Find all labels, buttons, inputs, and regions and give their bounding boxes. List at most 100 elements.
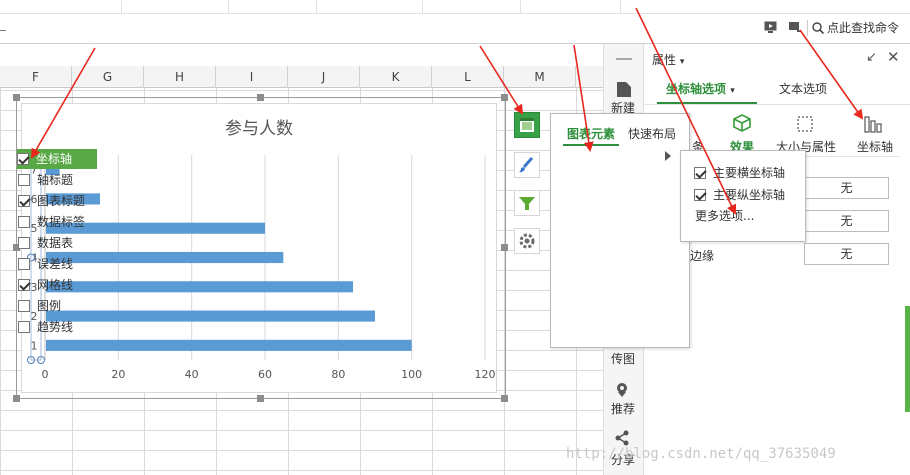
submenu-label: 主要横坐标轴	[713, 166, 786, 180]
new-file-icon	[616, 81, 632, 98]
checkbox-data-labels[interactable]	[18, 216, 30, 228]
property-value-box[interactable]: 无	[804, 210, 889, 232]
tab-quick-layout[interactable]: 快速布局	[628, 125, 676, 142]
chart-elements-popup: 图表元素 快速布局	[550, 113, 690, 348]
column-header[interactable]: K	[360, 66, 432, 88]
option-gridlines[interactable]: 网格线	[18, 275, 132, 295]
resize-handle[interactable]	[257, 94, 264, 101]
menu-handle-icon	[616, 58, 632, 60]
chevron-down-icon: ▾	[679, 57, 685, 67]
submenu-label: 主要纵坐标轴	[713, 188, 786, 202]
column-header-row: F G H I J K L M	[0, 66, 605, 88]
flag-icon[interactable]	[788, 21, 802, 34]
bar	[46, 339, 412, 351]
toolbar-divider	[316, 0, 317, 14]
checkbox-data-table[interactable]	[18, 237, 30, 249]
option-legend[interactable]: 图例	[18, 296, 132, 316]
option-label: 误差线	[37, 257, 74, 271]
search-icon	[812, 22, 825, 35]
tab-chart-elements[interactable]: 图表元素	[567, 125, 615, 142]
column-header[interactable]: G	[72, 66, 144, 88]
option-trendline[interactable]: 趋势线	[18, 317, 132, 337]
checkbox-chart-title[interactable]	[18, 195, 30, 207]
checkbox-axis-title[interactable]	[18, 174, 30, 186]
recommend-icon	[615, 382, 629, 398]
top-toolbar: 点此查找命令	[0, 0, 910, 44]
properties-panel-title[interactable]: 属性 ▾	[652, 51, 684, 68]
chart-filter-button[interactable]	[514, 190, 540, 216]
resize-handle[interactable]	[501, 395, 508, 402]
chart-elements-icon	[520, 118, 534, 132]
sub-tab-axis[interactable]: 坐标轴	[857, 138, 893, 155]
option-axis[interactable]: 坐标轴	[17, 149, 97, 169]
toolbar-divider	[520, 0, 521, 14]
checkbox-trendline[interactable]	[18, 321, 30, 333]
column-header[interactable]: H	[144, 66, 216, 88]
option-data-labels[interactable]: 数据标签	[18, 212, 132, 232]
column-header[interactable]: F	[0, 66, 72, 88]
chart-style-brush-icon	[519, 157, 534, 173]
option-chart-title[interactable]: 图表标题	[18, 191, 132, 211]
screen-record-icon[interactable]	[764, 21, 778, 34]
x-tick-label: 0	[42, 368, 49, 381]
search-command-box[interactable]: 点此查找命令	[812, 20, 899, 36]
resize-handle[interactable]	[257, 395, 264, 402]
resize-handle[interactable]	[13, 395, 20, 402]
size-properties-icon	[796, 115, 814, 133]
option-label: 图例	[37, 299, 62, 313]
collapse-icon[interactable]: ↙	[866, 50, 877, 65]
x-tick-label: 60	[258, 368, 272, 381]
option-label: 数据标签	[37, 215, 86, 229]
checkbox-error-bars[interactable]	[18, 258, 30, 270]
submenu-arrow-icon[interactable]	[665, 151, 671, 161]
option-label: 趋势线	[37, 320, 74, 334]
toolbar-divider	[422, 0, 423, 14]
x-tick-label: 100	[401, 368, 422, 381]
option-label: 轴标题	[37, 173, 74, 187]
submenu-more-options[interactable]: 更多选项...	[695, 206, 754, 226]
tab-text-options[interactable]: 文本选项	[779, 80, 827, 97]
option-data-table[interactable]: 数据表	[18, 233, 132, 253]
toolbar-divider	[120, 0, 122, 14]
toolbar-top-strip	[0, 0, 910, 14]
side-scroll-tab[interactable]	[905, 306, 910, 412]
chevron-down-icon: ▾	[730, 86, 735, 96]
option-axis-label: 坐标轴	[36, 152, 73, 166]
property-label-edge: 边缘	[690, 249, 715, 263]
property-value-box[interactable]: 无	[804, 177, 889, 199]
chart-style-button[interactable]	[514, 152, 540, 178]
checkbox-legend[interactable]	[18, 300, 30, 312]
app-window: 点此查找命令 F G H I J K L M 参与人数 0 20 40 60 80 100…	[0, 0, 910, 475]
column-header[interactable]: L	[432, 66, 504, 88]
resize-handle[interactable]	[501, 94, 508, 101]
column-header[interactable]: J	[288, 66, 360, 88]
x-tick-label: 40	[185, 368, 199, 381]
strip-recommend-label[interactable]: 推荐	[603, 400, 643, 417]
checkbox-gridlines[interactable]	[18, 279, 30, 291]
property-value-box[interactable]: 无	[804, 243, 889, 265]
y-tick-label: 1	[31, 339, 38, 352]
tab-axis-options[interactable]: 坐标轴选项 ▾	[666, 80, 735, 97]
option-axis-title[interactable]: 轴标题	[18, 170, 132, 190]
toolbar-divider	[228, 0, 229, 14]
column-header[interactable]: I	[216, 66, 288, 88]
watermark-text: http://blog.csdn.net/qq_37635049	[566, 446, 836, 462]
resize-handle[interactable]	[13, 94, 20, 101]
option-error-bars[interactable]: 误差线	[18, 254, 132, 274]
tab-axis-options-label: 坐标轴选项	[666, 82, 727, 96]
chart-elements-button[interactable]	[514, 112, 540, 138]
chart-filter-icon	[519, 197, 535, 210]
submenu-primary-vertical-axis[interactable]: 主要纵坐标轴	[694, 185, 785, 205]
option-label: 数据表	[37, 236, 74, 250]
checkbox-horizontal-axis[interactable]	[694, 167, 706, 179]
checkbox-vertical-axis[interactable]	[694, 189, 706, 201]
chart-settings-gear-icon	[519, 233, 535, 249]
share-icon	[615, 430, 629, 446]
chart-settings-button[interactable]	[514, 228, 540, 254]
column-header[interactable]: M	[504, 66, 576, 88]
strip-upload-image-label[interactable]: 传图	[603, 350, 643, 367]
submenu-primary-horizontal-axis[interactable]: 主要横坐标轴	[694, 163, 785, 183]
close-icon[interactable]: ✕	[887, 48, 900, 66]
checkbox-axis[interactable]	[17, 153, 29, 165]
resize-handle[interactable]	[501, 244, 508, 251]
